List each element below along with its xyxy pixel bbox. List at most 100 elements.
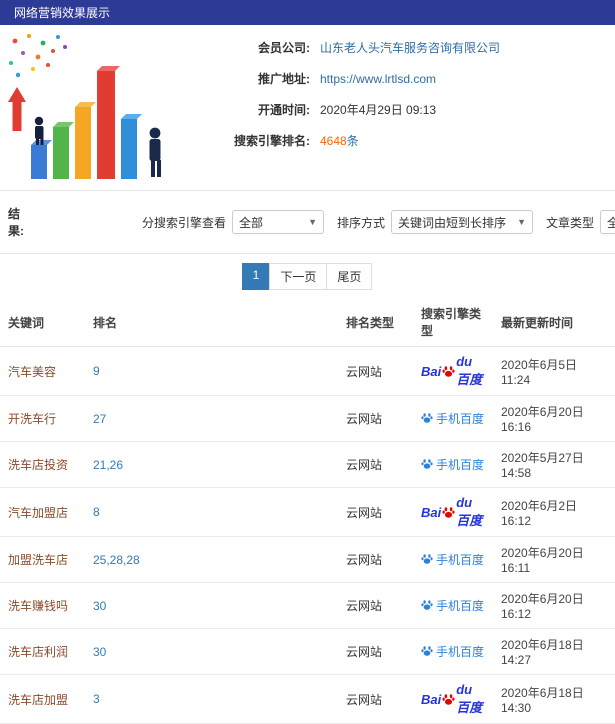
account-info-section: 会员公司: 山东老人头汽车服务咨询有限公司 推广地址: https://www.…	[0, 25, 615, 190]
article-type-select[interactable]: 全部 ▼	[600, 210, 615, 234]
baidu-logo: Bai du百度	[421, 682, 485, 716]
pagination-last-button[interactable]: 尾页	[326, 263, 373, 290]
mobile-baidu-label: 手机百度	[436, 457, 485, 472]
mobile-baidu-paw-icon	[421, 412, 433, 424]
rank-type-cell: 云网站	[338, 536, 413, 583]
bar-chart-graphic	[7, 34, 161, 179]
baidu-logo: Bai du百度	[421, 495, 485, 529]
sort-filter-label: 排序方式	[337, 215, 386, 230]
mobile-baidu-logo: 手机百度	[421, 597, 484, 614]
updated-time-cell: 2020年6月20日 16:12	[493, 582, 615, 629]
table-row: 洗车赚钱吗 30 云网站 手机百度 2020年6月20日 16:12	[0, 582, 615, 629]
sort-filter-group: 排序方式 关键词由短到长排序 ▼	[337, 210, 534, 234]
engine-select-value: 全部	[239, 215, 264, 230]
engine-type-cell: Bai du百度	[413, 487, 493, 537]
table-row: 洗车店投资 21,26 云网站 手机百度 2020年5月27日 14:58	[0, 441, 615, 488]
engine-type-cell: 手机百度	[413, 628, 493, 675]
rank-count-unit: 条	[346, 134, 359, 148]
rank-link[interactable]: 30	[93, 645, 106, 659]
open-time-value: 2020年4月29日 09:13	[320, 103, 437, 117]
keyword-cell: 汽车美容	[0, 346, 85, 396]
engine-filter-label: 分搜索引擎查看	[141, 215, 226, 230]
result-label: 结果:	[8, 207, 24, 238]
promo-url-link[interactable]: https://www.lrtlsd.com	[320, 72, 436, 86]
keyword-cell: 洗车店投资	[0, 441, 85, 488]
keyword-cell: 洗车店加盟	[0, 674, 85, 724]
baidu-logo: Bai du百度	[421, 354, 485, 388]
header-keyword: 关键词	[0, 298, 85, 347]
engine-filter-group: 分搜索引擎查看 全部 ▼	[142, 210, 324, 234]
info-row-url: 推广地址: https://www.lrtlsd.com	[190, 70, 615, 87]
mobile-baidu-label: 手机百度	[436, 598, 485, 613]
table-row: 汽车美容 9 云网站 Bai du百度 2020年6月5日 11:24	[0, 346, 615, 396]
table-row: 加盟洗车店 25,28,28 云网站 手机百度 2020年6月20日 16:11	[0, 536, 615, 583]
table-header-row: 关键词 排名 排名类型 搜索引擎类型 最新更新时间	[0, 298, 615, 347]
rank-link[interactable]: 30	[93, 599, 106, 613]
rank-link[interactable]: 8	[93, 505, 100, 519]
info-row-company: 会员公司: 山东老人头汽车服务咨询有限公司	[190, 39, 615, 56]
rank-cell: 8	[85, 487, 338, 537]
article-type-label: 文章类型	[546, 215, 595, 230]
open-time-label: 开通时间:	[258, 103, 310, 117]
keyword-cell: 洗车赚钱吗	[0, 582, 85, 629]
rank-type-cell: 云网站	[338, 441, 413, 488]
header-rank-type: 排名类型	[338, 298, 413, 347]
rank-type-cell: 云网站	[338, 582, 413, 629]
mobile-baidu-paw-icon	[421, 599, 433, 611]
mobile-baidu-label: 手机百度	[436, 644, 485, 659]
account-info-list: 会员公司: 山东老人头汽车服务咨询有限公司 推广地址: https://www.…	[190, 29, 615, 184]
info-row-open-time: 开通时间: 2020年4月29日 09:13	[190, 101, 615, 118]
baidu-logo-suffix: du百度	[456, 682, 483, 715]
keyword-cell: 汽车加盟店	[0, 487, 85, 537]
rank-type-cell: 云网站	[338, 395, 413, 442]
rank-link[interactable]: 21,26	[93, 458, 123, 472]
keyword-cell: 洗车店利润	[0, 628, 85, 675]
baidu-paw-icon	[442, 365, 455, 378]
engine-type-cell: Bai du百度	[413, 674, 493, 724]
company-label: 会员公司:	[258, 41, 310, 55]
updated-time-cell: 2020年6月18日 14:30	[493, 674, 615, 724]
promo-url-label: 推广地址:	[258, 72, 310, 86]
sort-select[interactable]: 关键词由短到长排序 ▼	[391, 210, 534, 234]
rank-type-cell: 云网站	[338, 346, 413, 396]
keyword-cell: 加盟洗车店	[0, 536, 85, 583]
pagination-page-1[interactable]: 1	[241, 263, 271, 290]
baidu-logo-suffix: du百度	[456, 495, 483, 528]
mobile-baidu-logo: 手机百度	[421, 456, 484, 473]
info-row-rank-count: 搜索引擎排名: 4648条	[190, 132, 615, 149]
rank-type-cell: 云网站	[338, 628, 413, 675]
header-rank: 排名	[85, 298, 338, 347]
marketing-chart-illustration	[0, 29, 190, 184]
mobile-baidu-logo: 手机百度	[421, 551, 484, 568]
rank-cell: 25,28,28	[85, 536, 338, 583]
header-updated-time: 最新更新时间	[493, 298, 615, 347]
rank-type-cell: 云网站	[338, 674, 413, 724]
rank-cell: 21,26	[85, 441, 338, 488]
company-link[interactable]: 山东老人头汽车服务咨询有限公司	[320, 39, 500, 56]
table-row: 开洗车行 27 云网站 手机百度 2020年6月20日 16:16	[0, 395, 615, 442]
rank-cell: 9	[85, 346, 338, 396]
pagination-next-button[interactable]: 下一页	[269, 263, 328, 290]
mobile-baidu-paw-icon	[421, 553, 433, 565]
baidu-logo-prefix: Bai	[421, 363, 442, 379]
pagination: 1 下一页 尾页	[0, 254, 615, 298]
updated-time-cell: 2020年5月27日 14:58	[493, 441, 615, 488]
table-row: 洗车店加盟 3 云网站 Bai du百度 2020年6月18日 14:30	[0, 674, 615, 724]
rank-link[interactable]: 3	[93, 692, 100, 706]
article-type-select-value: 全部	[607, 215, 615, 230]
engine-type-cell: 手机百度	[413, 441, 493, 488]
engine-select[interactable]: 全部 ▼	[232, 210, 324, 234]
updated-time-cell: 2020年6月5日 11:24	[493, 346, 615, 396]
baidu-logo-prefix: Bai	[421, 504, 442, 520]
baidu-logo-suffix: du百度	[456, 354, 483, 387]
sort-select-value: 关键词由短到长排序	[398, 215, 507, 230]
chevron-down-icon: ▼	[308, 217, 317, 227]
rank-link[interactable]: 9	[93, 364, 100, 378]
mobile-baidu-label: 手机百度	[436, 411, 485, 426]
rank-cell: 30	[85, 628, 338, 675]
rank-link[interactable]: 27	[93, 412, 106, 426]
rank-link[interactable]: 25,28,28	[93, 553, 140, 567]
mobile-baidu-logo: 手机百度	[421, 643, 484, 660]
mobile-baidu-paw-icon	[421, 458, 433, 470]
page-header: 网络营销效果展示	[0, 0, 615, 25]
